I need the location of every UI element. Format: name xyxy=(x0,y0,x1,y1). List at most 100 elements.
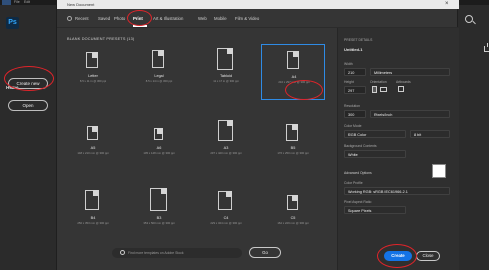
presets-heading: BLANK DOCUMENT PRESETS (13) xyxy=(67,37,135,41)
preset-card-a4[interactable]: A4 210 x 297 mm @ 300 ppi xyxy=(261,44,325,100)
height-value: 297 xyxy=(348,88,355,93)
dialog-title: New Document xyxy=(67,2,95,7)
preset-card-c4[interactable]: C4 229 x 324 mm @ 300 ppi xyxy=(194,186,258,242)
bit-depth-select[interactable]: 8 bit ⌄ xyxy=(410,130,450,138)
tab-recent[interactable]: Recent xyxy=(75,16,89,21)
unit-select[interactable]: Millimeters ⌄ xyxy=(370,68,450,76)
chevron-down-icon: ⌄ xyxy=(374,112,377,117)
close-button[interactable]: Close xyxy=(416,251,440,261)
photoshop-logo: Ps xyxy=(6,17,19,29)
go-button[interactable]: Go xyxy=(249,247,281,258)
preset-size: 105 x 148 mm @ 300 ppi xyxy=(143,151,175,155)
document-icon xyxy=(218,190,233,210)
preset-name: Letter xyxy=(88,74,98,78)
width-input[interactable]: 210 xyxy=(344,68,366,76)
document-icon xyxy=(87,125,99,140)
chevron-down-icon: ⌄ xyxy=(414,132,417,137)
tab-photo[interactable]: Photo xyxy=(114,16,125,21)
resolution-unit-select[interactable]: Pixels/Inch ⌄ xyxy=(370,110,450,118)
app-right-rail xyxy=(458,5,489,270)
background-color-swatch[interactable] xyxy=(432,164,446,178)
preset-name: A6 xyxy=(156,146,162,150)
preset-size: 148 x 210 mm @ 300 ppi xyxy=(77,151,109,155)
photoshop-window: File Edit Ps Home Create new Open New Do… xyxy=(0,0,489,270)
color-profile-label: Color Profile xyxy=(344,181,363,185)
app-left-rail: Ps Home Create new Open xyxy=(0,5,56,270)
preset-size: 162 x 229 mm @ 300 ppi xyxy=(277,221,309,225)
preset-card-a3[interactable]: A3 297 x 420 mm @ 300 ppi xyxy=(194,116,258,172)
new-document-dialog: New Document × Recent Saved Photo Print … xyxy=(56,0,489,270)
advanced-options-toggle[interactable]: Advanced Options xyxy=(344,171,372,175)
preset-size: 8.5 x 14 in @ 300 ppi xyxy=(145,79,173,83)
width-value: 210 xyxy=(348,70,355,75)
category-tabs: Recent Saved Photo Print Art & Illustrat… xyxy=(57,10,459,28)
preset-size: 11 x 17 in @ 300 ppi xyxy=(213,79,239,83)
preset-name: A5 xyxy=(90,146,96,150)
document-icon xyxy=(86,51,99,68)
document-icon xyxy=(150,187,168,211)
tab-mobile[interactable]: Mobile xyxy=(214,16,227,21)
search-icon xyxy=(120,250,125,255)
preset-card-tabloid[interactable]: Tabloid 11 x 17 in @ 300 ppi xyxy=(194,44,258,100)
resolution-label: Resolution xyxy=(344,104,361,108)
preset-card-legal[interactable]: Legal 8.5 x 14 in @ 300 ppi xyxy=(127,44,191,100)
create-button[interactable]: Create xyxy=(384,251,412,261)
preset-card-c5[interactable]: C5 162 x 229 mm @ 300 ppi xyxy=(261,186,325,242)
save-preset-icon[interactable] xyxy=(484,43,489,52)
dialog-title-bar: New Document × xyxy=(57,0,459,9)
document-name-field[interactable]: Untitled-1 xyxy=(344,47,362,52)
portrait-orientation-icon[interactable] xyxy=(372,86,377,93)
document-icon xyxy=(154,127,164,140)
clock-icon xyxy=(67,16,72,21)
preset-card-a5[interactable]: A5 148 x 210 mm @ 300 ppi xyxy=(61,116,125,172)
color-profile-select[interactable]: Working RGB: sRGB IEC61966-2.1 ⌄ xyxy=(344,187,450,195)
tab-art-illustration[interactable]: Art & Illustration xyxy=(153,16,183,21)
preset-name: Legal xyxy=(154,74,164,78)
preset-size: 353 x 500 mm @ 300 ppi xyxy=(143,221,175,225)
document-icon xyxy=(217,47,234,70)
background-select[interactable]: White ⌄ xyxy=(344,150,406,158)
document-icon xyxy=(152,49,165,68)
preset-size: 229 x 324 mm @ 300 ppi xyxy=(210,221,242,225)
preset-card-b4[interactable]: B4 250 x 353 mm @ 300 ppi xyxy=(61,186,125,242)
preset-card-b5[interactable]: B5 176 x 250 mm @ 300 ppi xyxy=(261,116,325,172)
close-icon[interactable]: × xyxy=(445,1,449,7)
preset-size: 8.5 x 11 in @ 300 ppi xyxy=(79,79,107,83)
open-button[interactable]: Open xyxy=(8,100,48,111)
preset-card-a6[interactable]: A6 105 x 148 mm @ 300 ppi xyxy=(127,116,191,172)
tab-web[interactable]: Web xyxy=(198,16,207,21)
orientation-label: Orientation xyxy=(370,80,387,84)
preset-name: A3 xyxy=(223,146,229,150)
artboards-checkbox[interactable] xyxy=(398,86,404,92)
tab-print[interactable]: Print xyxy=(133,16,143,21)
tab-saved[interactable]: Saved xyxy=(98,16,110,21)
document-icon xyxy=(286,123,299,141)
landscape-orientation-icon[interactable] xyxy=(380,87,387,92)
preset-size: 297 x 420 mm @ 300 ppi xyxy=(210,151,242,155)
chevron-down-icon: ⌄ xyxy=(348,132,351,137)
chevron-down-icon: ⌄ xyxy=(348,152,351,157)
create-new-button[interactable]: Create new xyxy=(8,78,48,89)
height-input[interactable]: 297 xyxy=(344,86,366,94)
pixel-aspect-select[interactable]: Square Pixels ⌄ xyxy=(344,206,406,214)
stock-search-field[interactable]: Find more templates on Adobe Stock xyxy=(112,248,242,258)
document-icon xyxy=(287,194,299,210)
tab-film-video[interactable]: Film & Video xyxy=(235,16,259,21)
preset-name: B3 xyxy=(156,216,162,220)
preset-card-letter[interactable]: Letter 8.5 x 11 in @ 300 ppi xyxy=(61,44,125,100)
resolution-value: 300 xyxy=(348,112,355,117)
preset-grid: Letter 8.5 x 11 in @ 300 ppi Legal 8.5 x… xyxy=(61,44,339,240)
preset-name: A4 xyxy=(291,75,297,79)
artboards-label: Artboards xyxy=(396,80,411,84)
preset-card-b3[interactable]: B3 353 x 500 mm @ 300 ppi xyxy=(127,186,191,242)
stock-search-placeholder: Find more templates on Adobe Stock xyxy=(128,251,184,255)
color-mode-select[interactable]: RGB Color ⌄ xyxy=(344,130,406,138)
search-icon[interactable] xyxy=(465,15,473,23)
document-icon xyxy=(218,119,234,141)
preset-size: 250 x 353 mm @ 300 ppi xyxy=(77,221,109,225)
preset-name: B4 xyxy=(90,216,96,220)
height-label: Height xyxy=(344,80,354,84)
resolution-input[interactable]: 300 xyxy=(344,110,366,118)
preset-details-heading: PRESET DETAILS xyxy=(344,38,373,42)
color-mode-label: Color Mode xyxy=(344,124,362,128)
